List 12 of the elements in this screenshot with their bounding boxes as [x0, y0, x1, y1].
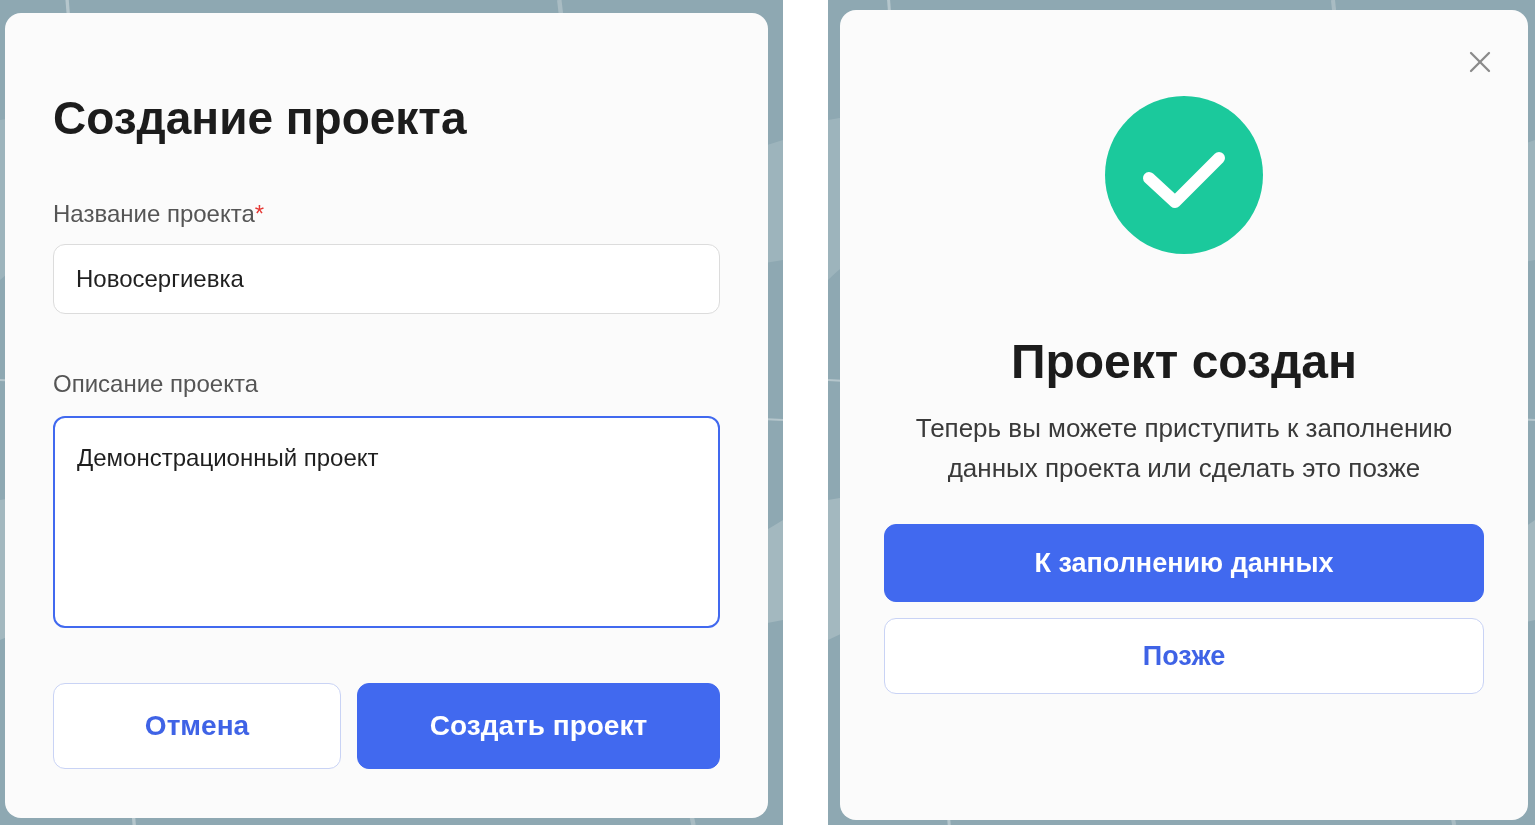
secondary-button[interactable]: Отмена: [53, 683, 341, 769]
dialog-message: Теперь вы можете приступить к заполнению данных проекта или сделать это позже: [914, 412, 1454, 485]
secondary-button[interactable]: Позже: [884, 618, 1484, 694]
primary-button[interactable]: К заполнению данных: [884, 524, 1484, 602]
name-field[interactable]: Новосергиевка: [53, 244, 720, 314]
check-icon: [1105, 96, 1263, 254]
required-mark: *: [254, 200, 265, 227]
dialog-title: Проект создан: [1010, 338, 1358, 386]
primary-button[interactable]: Создать проект: [357, 683, 720, 769]
field-label: Описание проекта: [53, 369, 259, 399]
field-label: Название проекта: [53, 200, 255, 227]
description-field[interactable]: Демонстрационный проект: [53, 416, 720, 628]
